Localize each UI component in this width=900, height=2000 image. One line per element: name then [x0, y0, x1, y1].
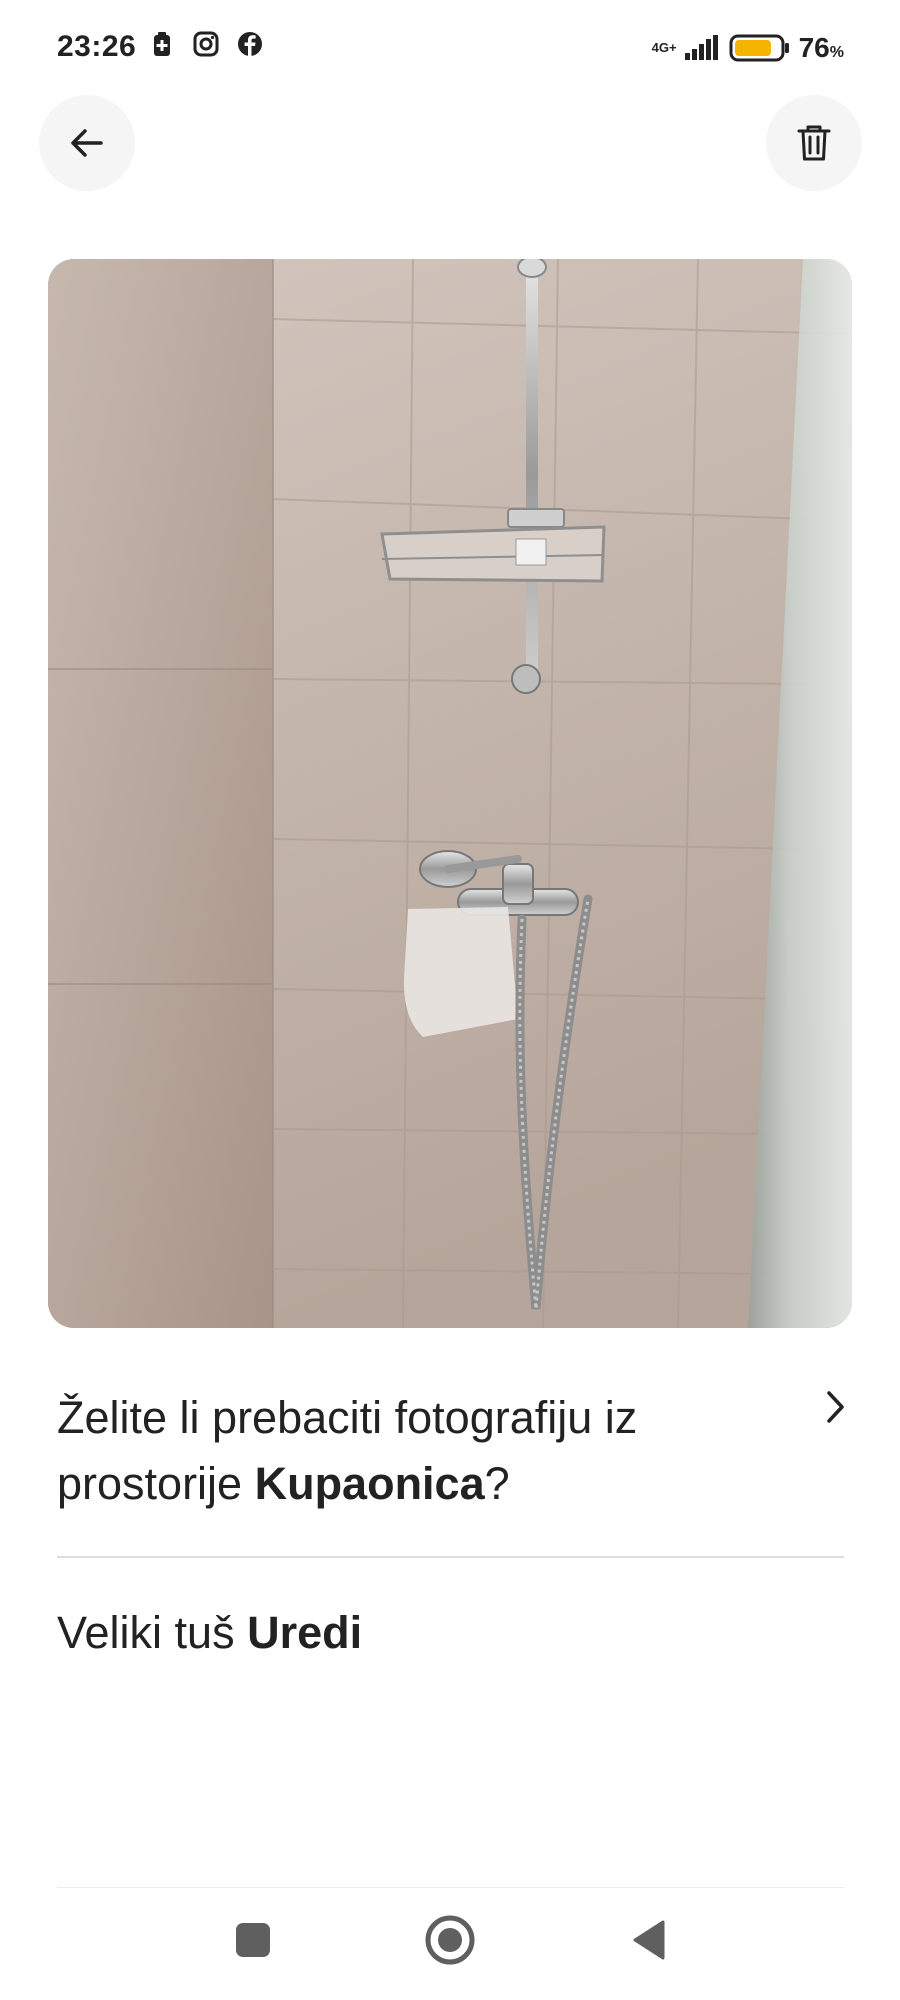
- network-type: 4G+: [651, 40, 677, 55]
- instagram-icon: [193, 31, 219, 57]
- nav-back-button[interactable]: [622, 1913, 676, 1967]
- room-photo: [48, 259, 852, 1328]
- system-nav-bar: [0, 1888, 900, 2000]
- battery-saver-icon: [154, 32, 170, 56]
- facebook-icon: [238, 32, 262, 56]
- trash-icon: [797, 125, 831, 161]
- home-button[interactable]: [420, 1910, 480, 1970]
- edit-caption-link[interactable]: Uredi: [247, 1607, 362, 1658]
- signal-icon: [684, 35, 718, 60]
- chevron-right-icon: [827, 1391, 844, 1423]
- battery-icon: [729, 34, 789, 62]
- arrow-left-icon: [71, 129, 103, 157]
- photo-caption: Veliki tuš Uredi: [57, 1600, 362, 1666]
- status-time: 23:26: [57, 30, 137, 63]
- caption-text: Veliki tuš: [57, 1607, 248, 1658]
- recents-icon: [236, 1923, 270, 1957]
- delete-button[interactable]: [766, 95, 862, 191]
- back-triangle-icon: [633, 1920, 665, 1960]
- home-icon: [425, 1915, 475, 1965]
- room-name: Kupaonica: [254, 1458, 485, 1509]
- status-notification-icons: [148, 30, 264, 58]
- recents-button[interactable]: [226, 1913, 280, 1967]
- status-bar: 23:26 4G+ 76%: [0, 0, 900, 98]
- move-photo-question: Želite li prebaciti fotografiju iz prost…: [57, 1392, 638, 1509]
- chevron-right-button[interactable]: [813, 1385, 857, 1429]
- move-photo-prompt[interactable]: Želite li prebaciti fotografiju iz prost…: [57, 1385, 857, 1517]
- back-button[interactable]: [39, 95, 135, 191]
- battery-level: 76%: [798, 32, 844, 63]
- status-right: 4G+ 76%: [652, 32, 844, 64]
- shower-photo: [48, 259, 852, 1328]
- divider: [57, 1556, 844, 1558]
